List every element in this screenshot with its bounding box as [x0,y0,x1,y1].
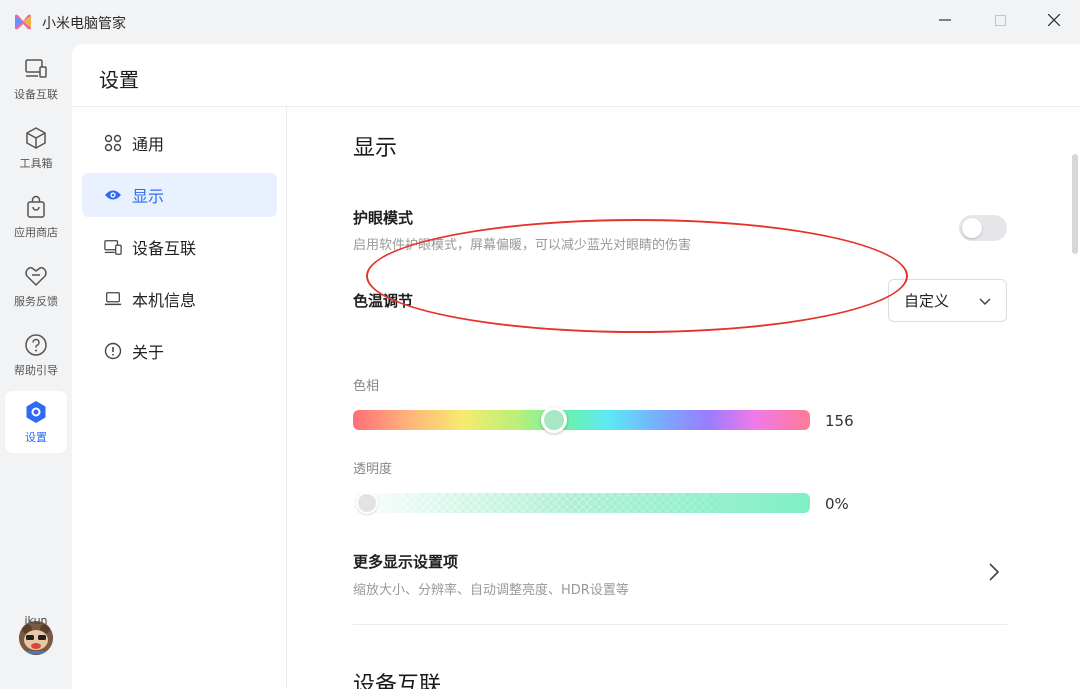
rail-item-help[interactable]: 帮助引导 [5,324,67,386]
page-title: 设置 [99,68,139,92]
subnav-label: 设备互联 [132,239,197,258]
subnav-item-device-link[interactable]: 设备互联 [82,225,277,269]
store-bag-icon [23,194,49,220]
opacity-value: 0% [825,495,849,513]
close-icon [1048,14,1060,26]
subnav-item-general[interactable]: 通用 [82,121,277,165]
close-button[interactable] [1029,0,1079,40]
laptop-icon [104,290,122,308]
help-icon [23,332,49,358]
row-divider [353,624,1007,625]
grid-icon [104,134,122,152]
app-title: 小米电脑管家 [42,16,126,32]
color-temp-title: 色温调节 [353,292,414,310]
app-logo-icon [15,14,31,30]
more-display-desc: 缩放大小、分辨率、自动调整亮度、HDR设置等 [353,583,629,598]
opacity-slider-thumb[interactable] [355,492,378,514]
subnav-item-device-info[interactable]: 本机信息 [82,277,277,321]
opacity-label: 透明度 [353,462,393,477]
toggle-knob [962,218,982,238]
user-name: ikun [24,614,48,627]
rail-label: 应用商店 [14,226,58,239]
scrollbar-thumb[interactable] [1072,154,1078,254]
rail-label: 帮助引导 [14,364,58,377]
rail-label: 工具箱 [19,157,53,170]
maximize-button[interactable] [975,0,1025,40]
subnav-label: 关于 [132,343,165,362]
settings-hex-icon [23,399,49,425]
eye-care-toggle[interactable] [959,215,1007,241]
subnav-item-about[interactable]: 关于 [82,329,277,373]
subnav-item-display[interactable]: 显示 [82,173,277,217]
rail-item-feedback[interactable]: 服务反馈 [5,255,67,317]
info-icon [104,342,122,360]
color-temp-select-value: 自定义 [904,292,950,310]
hue-slider[interactable] [353,407,810,433]
color-temp-select[interactable]: 自定义 [888,279,1007,322]
minimize-icon [939,19,951,21]
chevron-right-icon[interactable] [987,562,1001,582]
more-display-title[interactable]: 更多显示设置项 [353,551,458,572]
eye-care-title: 护眼模式 [353,209,414,227]
subnav-label: 通用 [132,135,165,154]
rail-item-device-link[interactable]: 设备互联 [5,48,67,110]
settings-content: 显示 护眼模式 启用软件护眼模式，屏幕偏暖，可以减少蓝光对眼睛的伤害 色温调节 … [287,107,1080,689]
main-panel: 设置 通用 显示 设备互联 本机信息 关于 显示 护眼模式 启用软件护眼模式，屏… [72,44,1080,689]
section-title-device-link: 设备互联 [353,673,442,689]
rail-label: 设备互联 [14,88,58,101]
left-rail: 设备互联 工具箱 应用商店 服务反馈 帮助引导 设置 ikun [0,44,72,689]
devices-icon [104,238,122,256]
devices-icon [23,56,49,82]
rail-item-toolbox[interactable]: 工具箱 [5,117,67,179]
section-title-display: 显示 [353,136,398,161]
cube-icon [23,125,49,151]
rail-label: 设置 [25,431,47,444]
subnav-label: 本机信息 [132,291,197,310]
rail-label: 服务反馈 [14,295,58,308]
maximize-icon [994,14,1006,26]
title-bar: 小米电脑管家 [0,0,1080,44]
eye-icon [104,186,122,204]
rail-item-app-store[interactable]: 应用商店 [5,186,67,248]
heart-feedback-icon [23,263,49,289]
opacity-slider[interactable] [353,492,810,514]
hue-slider-thumb[interactable] [541,407,568,433]
minimize-button[interactable] [920,0,970,40]
eye-care-desc: 启用软件护眼模式，屏幕偏暖，可以减少蓝光对眼睛的伤害 [353,238,692,253]
settings-subnav: 通用 显示 设备互联 本机信息 关于 [72,107,286,689]
rail-item-settings[interactable]: 设置 [5,391,67,453]
hue-label: 色相 [353,379,380,394]
chevron-down-icon [979,298,991,306]
subnav-label: 显示 [132,187,165,206]
hue-value: 156 [825,412,854,430]
